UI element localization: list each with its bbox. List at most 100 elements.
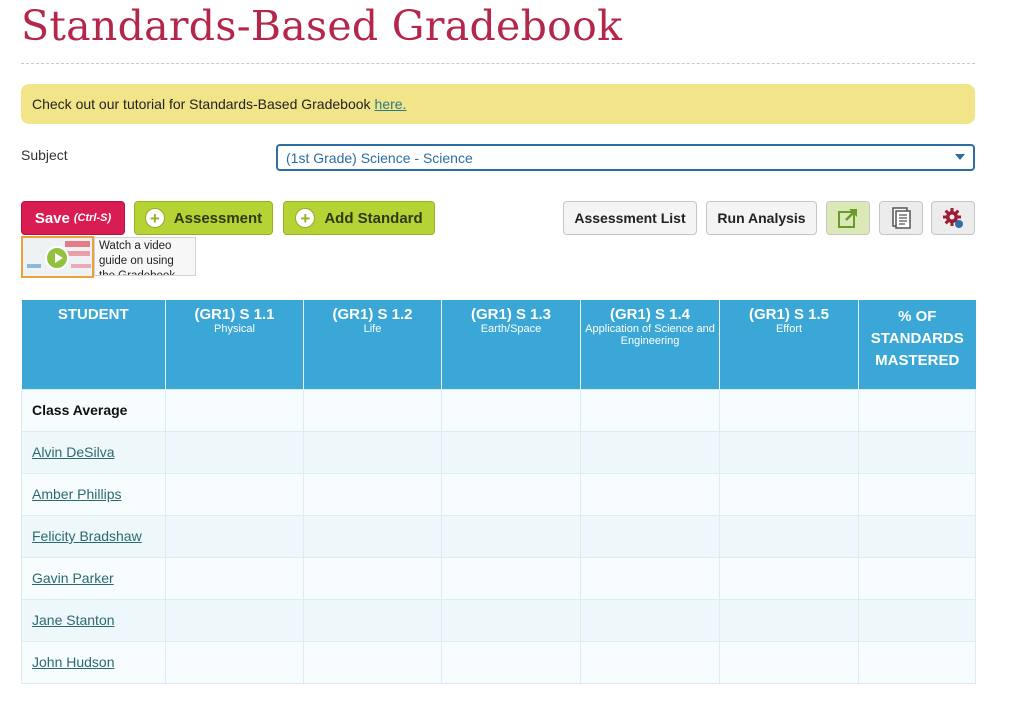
class-average-label: Class Average <box>21 388 166 432</box>
tutorial-notice: Check out our tutorial for Standards-Bas… <box>21 84 975 124</box>
grade-cell[interactable] <box>303 430 442 474</box>
grade-cell[interactable] <box>719 640 859 684</box>
student-cell: Felicity Bradshaw <box>21 514 166 558</box>
grade-cell[interactable] <box>719 514 859 558</box>
student-link[interactable]: John Hudson <box>32 654 115 670</box>
grade-cell[interactable] <box>719 472 859 516</box>
student-cell: John Hudson <box>21 640 166 684</box>
standard-column-header[interactable]: (GR1) S 1.4 Application of Science and E… <box>580 300 720 389</box>
add-standard-label: Add Standard <box>324 209 423 227</box>
gear-icon <box>943 208 963 228</box>
student-cell: Amber Phillips <box>21 472 166 516</box>
percent-mastered-header: % OF STANDARDS MASTERED <box>858 300 976 389</box>
video-guide-caption[interactable]: Watch a video guide on using the Gradebo… <box>94 237 196 276</box>
standard-column-header[interactable]: (GR1) S 1.3 Earth/Space <box>441 300 581 389</box>
grade-cell[interactable] <box>441 388 581 432</box>
standard-code: (GR1) S 1.5 <box>748 306 830 323</box>
standard-name: Physical <box>214 323 255 335</box>
grade-cell[interactable] <box>580 556 720 600</box>
standard-column-header[interactable]: (GR1) S 1.5 Effort <box>719 300 859 389</box>
standard-code: (GR1) S 1.4 <box>609 306 691 323</box>
run-analysis-button[interactable]: Run Analysis <box>706 201 817 235</box>
grade-cell[interactable] <box>303 388 442 432</box>
percent-cell <box>858 556 976 600</box>
save-shortcut-hint: (Ctrl-S) <box>73 212 112 224</box>
standard-code: (GR1) S 1.3 <box>470 306 552 323</box>
grade-cell[interactable] <box>303 514 442 558</box>
student-cell: Jane Stanton <box>21 598 166 642</box>
gradebook-table: STUDENT (GR1) S 1.1 Physical (GR1) S 1.2… <box>21 300 976 684</box>
page-title: Standards-Based Gradebook <box>21 2 623 50</box>
student-cell: Gavin Parker <box>21 556 166 600</box>
document-button[interactable] <box>879 201 923 235</box>
grade-cell[interactable] <box>303 598 442 642</box>
video-guide-thumbnail[interactable] <box>21 236 94 278</box>
grade-cell[interactable] <box>441 640 581 684</box>
subject-select[interactable]: (1st Grade) Science - Science <box>276 144 975 171</box>
standard-name: Effort <box>775 323 803 335</box>
export-icon <box>838 209 857 228</box>
export-button[interactable] <box>826 201 870 235</box>
grade-cell[interactable] <box>441 556 581 600</box>
table-row: Amber Phillips <box>21 472 976 516</box>
grade-cell[interactable] <box>580 640 720 684</box>
save-button[interactable]: Save (Ctrl-S) <box>21 201 125 235</box>
grade-cell[interactable] <box>303 556 442 600</box>
standard-column-header[interactable]: (GR1) S 1.1 Physical <box>165 300 304 389</box>
add-standard-button[interactable]: + Add Standard <box>283 201 435 235</box>
student-column-header[interactable]: STUDENT <box>21 300 166 389</box>
grade-cell[interactable] <box>580 388 720 432</box>
grade-cell[interactable] <box>719 598 859 642</box>
grade-cell[interactable] <box>303 472 442 516</box>
grade-cell[interactable] <box>580 472 720 516</box>
settings-button[interactable] <box>931 201 975 235</box>
grade-cell[interactable] <box>580 514 720 558</box>
grade-cell[interactable] <box>719 430 859 474</box>
percent-cell <box>858 514 976 558</box>
subject-selected-value: (1st Grade) Science - Science <box>286 149 473 166</box>
standard-code: (GR1) S 1.2 <box>332 306 413 323</box>
grade-cell[interactable] <box>165 640 304 684</box>
table-row: John Hudson <box>21 640 976 684</box>
chevron-down-icon <box>955 154 965 160</box>
table-row: Alvin DeSilva <box>21 430 976 474</box>
subject-label: Subject <box>21 147 68 163</box>
standard-code: (GR1) S 1.1 <box>194 306 275 323</box>
grade-cell[interactable] <box>441 598 581 642</box>
grade-cell[interactable] <box>441 472 581 516</box>
grade-cell[interactable] <box>719 556 859 600</box>
standard-name: Application of Science and Engineering <box>585 323 715 347</box>
document-icon <box>892 207 911 229</box>
grade-cell[interactable] <box>165 514 304 558</box>
percent-cell <box>858 388 976 432</box>
grade-cell[interactable] <box>165 472 304 516</box>
table-row: Jane Stanton <box>21 598 976 642</box>
assessment-list-button[interactable]: Assessment List <box>563 201 697 235</box>
save-label: Save <box>34 209 70 227</box>
grade-cell[interactable] <box>165 598 304 642</box>
table-header-row: STUDENT (GR1) S 1.1 Physical (GR1) S 1.2… <box>21 300 976 389</box>
student-link[interactable]: Jane Stanton <box>32 612 115 628</box>
grade-cell[interactable] <box>719 388 859 432</box>
grade-cell[interactable] <box>441 514 581 558</box>
tutorial-link[interactable]: here. <box>375 96 407 112</box>
grade-cell[interactable] <box>165 556 304 600</box>
student-link[interactable]: Amber Phillips <box>32 486 121 502</box>
percent-cell <box>858 640 976 684</box>
add-assessment-button[interactable]: + Assessment <box>134 201 273 235</box>
grade-cell[interactable] <box>580 430 720 474</box>
play-icon <box>45 246 69 270</box>
grade-cell[interactable] <box>441 430 581 474</box>
grade-cell[interactable] <box>165 388 304 432</box>
standard-name: Earth/Space <box>480 323 542 335</box>
grade-cell[interactable] <box>165 430 304 474</box>
student-link[interactable]: Felicity Bradshaw <box>32 528 142 544</box>
grade-cell[interactable] <box>303 640 442 684</box>
standard-name: Life <box>363 323 382 335</box>
grade-cell[interactable] <box>580 598 720 642</box>
standard-column-header[interactable]: (GR1) S 1.2 Life <box>303 300 442 389</box>
percent-cell <box>858 598 976 642</box>
student-link[interactable]: Alvin DeSilva <box>32 444 114 460</box>
percent-cell <box>858 430 976 474</box>
student-link[interactable]: Gavin Parker <box>32 570 114 586</box>
